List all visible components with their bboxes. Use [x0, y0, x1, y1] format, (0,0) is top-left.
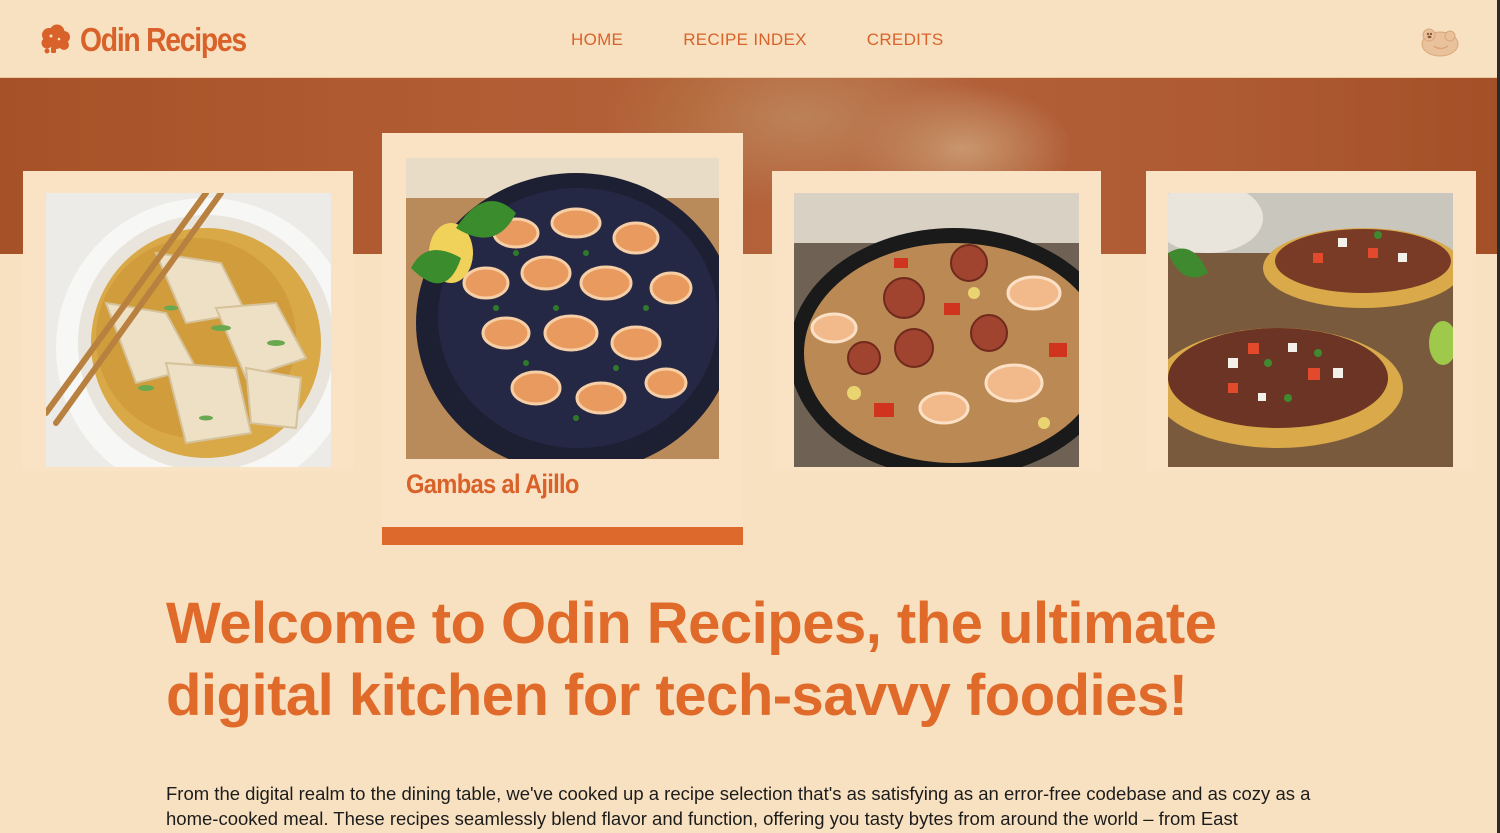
jambalaya-skillet-photo [794, 193, 1079, 467]
nav-home-link[interactable]: HOME [571, 30, 623, 50]
active-card-indicator [382, 527, 743, 545]
welcome-heading: Welcome to Odin Recipes, the ultimate di… [166, 591, 1217, 728]
cloud-logo-icon [41, 24, 70, 54]
nav-recipe-index-link[interactable]: RECIPE INDEX [683, 30, 807, 50]
recipe-card-jambalaya[interactable] [772, 171, 1101, 471]
recipe-card-wonton-soup[interactable] [23, 171, 353, 471]
tostadas-photo [1168, 193, 1453, 467]
nav-credits-link[interactable]: CREDITS [867, 30, 944, 50]
intro-paragraph: From the digital realm to the dining tab… [166, 783, 1311, 829]
site-logo-text: Odin Recipes [80, 21, 247, 58]
recipe-card-title: Gambas al Ajillo [406, 469, 579, 499]
garlic-shrimp-photo [406, 158, 719, 459]
site-logo[interactable]: Odin Recipes [38, 20, 273, 60]
main-nav: HOME RECIPE INDEX CREDITS [571, 30, 944, 50]
recipe-card-gambas-al-ajillo[interactable]: Gambas al Ajillo [382, 133, 743, 527]
otter-icon[interactable] [1420, 24, 1460, 58]
wonton-soup-photo [46, 193, 331, 467]
site-header: Odin Recipes HOME RECIPE INDEX CREDITS [0, 0, 1500, 78]
recipe-card-tostadas[interactable] [1146, 171, 1476, 471]
